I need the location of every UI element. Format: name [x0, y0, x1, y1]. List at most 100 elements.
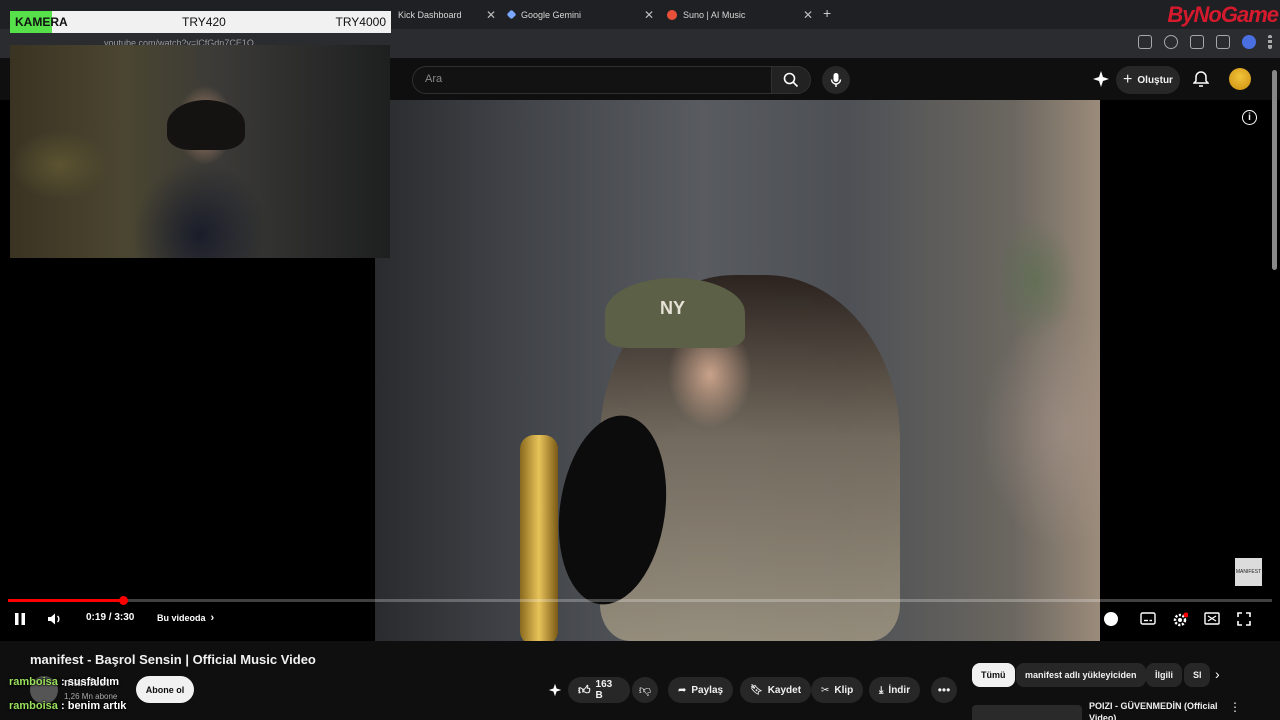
cast-icon[interactable] [1138, 35, 1152, 49]
microphone-icon [830, 73, 842, 87]
chip-from-uploader[interactable]: manifest adlı yükleyiciden [1016, 663, 1146, 687]
related-thumbnail[interactable] [972, 705, 1082, 720]
cap-logo: NY [660, 298, 686, 318]
star-icon[interactable] [1164, 35, 1178, 49]
settings-button[interactable] [1172, 612, 1188, 628]
sparkle-icon [548, 683, 562, 697]
pause-button[interactable] [14, 612, 26, 626]
sparkle-icon[interactable] [1092, 70, 1110, 88]
volume-button[interactable] [47, 612, 63, 626]
close-icon[interactable]: ✕ [803, 8, 813, 22]
scrubber-handle[interactable] [119, 596, 129, 605]
theater-icon [1204, 612, 1220, 625]
studio-microphone-shape [520, 435, 558, 641]
share-icon: ➦ [678, 684, 687, 696]
chip-more[interactable]: Sl [1184, 663, 1210, 687]
channel-watermark[interactable]: MANIFEST [1235, 558, 1262, 586]
bynogame-watermark: ByNoGame [1167, 2, 1279, 27]
clip-button[interactable]: ✂ Klip [811, 677, 864, 703]
chat-username: ramboisa [9, 676, 58, 688]
ask-ai-button[interactable] [542, 677, 568, 703]
bell-icon[interactable] [1193, 70, 1209, 88]
chevron-right-icon: › [210, 612, 215, 624]
camera-label: KAMERA [15, 15, 68, 29]
goal-target: TRY4000 [335, 15, 386, 29]
more-horizontal-icon: ••• [937, 683, 951, 697]
search-box[interactable] [412, 66, 772, 94]
dislike-button[interactable]: 👎︎ [632, 677, 658, 703]
create-button[interactable]: + Oluştur [1116, 66, 1180, 94]
goal-current: TRY420 [182, 15, 226, 29]
chat-message: ramboisa : susfaldım [9, 676, 120, 688]
chip-all[interactable]: Tümü [972, 663, 1015, 687]
info-icon[interactable]: i [1242, 110, 1257, 125]
streamer-figure [167, 100, 245, 150]
voice-search-button[interactable] [822, 66, 850, 94]
tab-title: Kick Dashboard [398, 9, 462, 20]
media-icon[interactable] [1216, 35, 1230, 49]
gemini-icon [506, 9, 517, 20]
video-title: manifest - Başrol Sensin | Official Musi… [30, 652, 316, 667]
search-icon [783, 72, 799, 88]
fullscreen-icon [1237, 612, 1251, 626]
clip-label: Klip [834, 684, 854, 696]
tab-google-gemini[interactable]: Google Gemini ✕ [506, 0, 654, 29]
like-button[interactable]: 👍︎ 163 B [568, 677, 630, 703]
chip-related[interactable]: İlgili [1146, 663, 1182, 687]
chat-text: susfaldım [67, 676, 120, 688]
subscribe-button[interactable]: Abone ol [136, 676, 194, 703]
chat-username: ramboisa [9, 700, 58, 712]
suno-icon [667, 9, 677, 20]
like-count: 163 B [595, 679, 613, 701]
chapter-button[interactable]: Bu videoda › [157, 612, 214, 624]
tab-kick-dashboard[interactable]: Kick Dashboard ✕ [392, 0, 496, 29]
volume-icon [48, 613, 60, 625]
tab-title: Google Gemini [521, 9, 582, 20]
save-label: Kaydet [767, 684, 802, 696]
theater-mode-button[interactable] [1204, 612, 1220, 625]
share-label: Paylaş [691, 684, 724, 696]
autoplay-toggle[interactable] [1104, 612, 1118, 626]
download-icon: ⤓ [879, 684, 884, 696]
stream-goal-bar: KAMERA TRY420 TRY4000 [10, 11, 391, 33]
related-video-title[interactable]: POIZI - GÜVENMEDİN (Official Video) [1089, 700, 1219, 720]
search-input[interactable] [413, 67, 771, 91]
autoplay-icon [1104, 612, 1118, 626]
progress-fill [8, 599, 124, 602]
gear-icon [1173, 612, 1188, 627]
subtitles-button[interactable] [1140, 612, 1156, 625]
download-button[interactable]: ⤓ İndir [869, 677, 921, 703]
player-controls: 0:19 / 3:30 Bu videoda › [0, 612, 1280, 632]
save-button[interactable]: 🔖︎ Kaydet [740, 677, 812, 703]
chevron-right-icon[interactable]: › [1215, 666, 1220, 682]
close-icon[interactable]: ✕ [644, 8, 654, 22]
account-avatar[interactable] [1229, 68, 1251, 90]
chat-message: ramboisa : benim artık [9, 700, 127, 712]
share-button[interactable]: ➦ Paylaş [668, 677, 734, 703]
create-label: Oluştur [1137, 74, 1173, 86]
progress-bar[interactable] [8, 596, 1272, 605]
new-tab-button[interactable]: + [823, 5, 831, 21]
menu-icon[interactable] [1268, 35, 1272, 49]
tab-suno[interactable]: Suno | AI Music ✕ [667, 0, 813, 29]
scissors-icon: ✂ [821, 684, 830, 696]
chapter-label: Bu videoda [157, 613, 206, 623]
chat-text: benim artık [67, 700, 127, 712]
plus-icon: + [1123, 71, 1133, 88]
webcam-feed [10, 45, 390, 258]
more-vertical-icon[interactable]: ⋮ [1229, 700, 1241, 714]
fullscreen-button[interactable] [1237, 612, 1251, 626]
extensions-icon[interactable] [1190, 35, 1204, 49]
page-scrollbar[interactable] [1272, 70, 1277, 270]
download-label: İndir [888, 684, 911, 696]
subtitles-icon [1140, 612, 1156, 625]
close-icon[interactable]: ✕ [486, 8, 496, 22]
pause-icon [15, 613, 25, 625]
thumbs-up-icon: 👍︎ [578, 682, 591, 697]
profile-icon[interactable] [1242, 35, 1256, 49]
bookmark-icon: 🔖︎ [750, 684, 763, 696]
toolbar-icons [1138, 35, 1272, 49]
more-actions-button[interactable]: ••• [931, 677, 957, 703]
time-display: 0:19 / 3:30 [86, 612, 135, 623]
search-button[interactable] [771, 66, 811, 94]
